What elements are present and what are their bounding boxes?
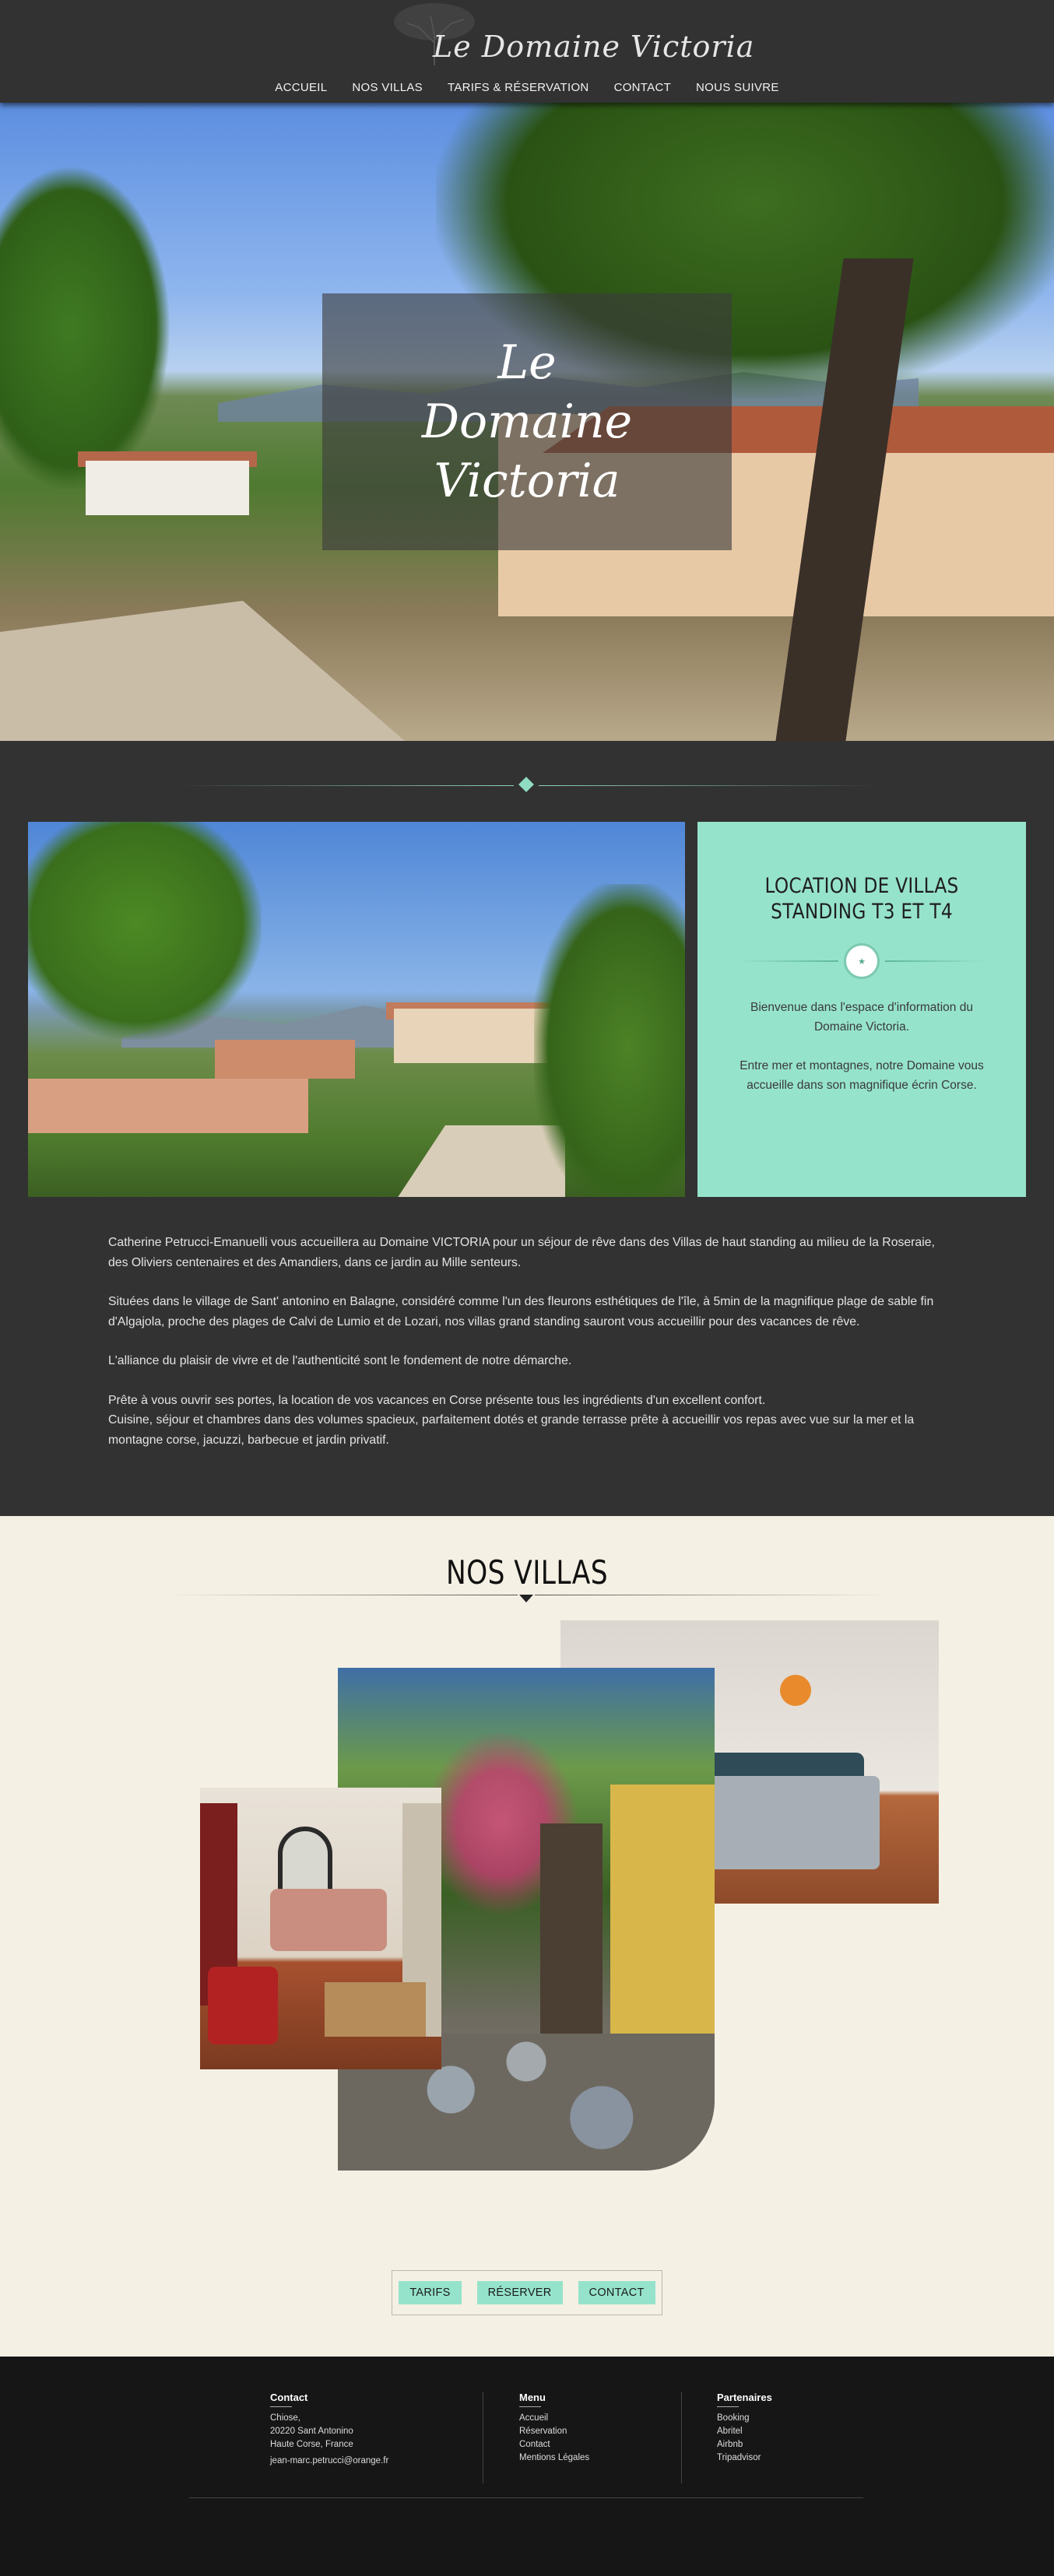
site-footer [0,2357,1054,2576]
info-card-title: LOCATION DE VILLAS STANDING T3 ET T4 [721,873,1003,925]
footer-address-line: Chiose, [270,2413,300,2423]
footer-partners-title: Partenaires [717,2392,772,2403]
villas-heading: NOS VILLAS [445,1553,609,1592]
hero-path [0,601,405,741]
intro-paragraph: L'alliance du plaisir de vivre et de l'a… [108,1354,572,1367]
photo-tree-left [28,822,262,1040]
footer-title-underline [519,2406,541,2407]
intro-paragraph: Situées dans le village de Sant' antonin… [108,1295,934,1328]
info-card-separator: ★ [737,942,986,981]
photo-sofa [270,1889,387,1951]
footer-bottom-line [189,2497,863,2498]
living-room-photo[interactable] [200,1788,441,2069]
photo-villa-roof-mid [215,1040,355,1079]
site-header: Le Domaine Victoria ACCUEIL NOS VILLAS T… [0,0,1054,103]
intro-paragraph: Catherine Petrucci-Emanuelli vous accuei… [108,1236,935,1269]
hero-title-box: Le Domaine Victoria [322,293,732,550]
info-card-paragraph: Entre mer et montagnes, notre Domaine vo… [740,1059,984,1092]
nav-nous-suivre[interactable]: NOUS SUIVRE [696,81,779,94]
nav-nos-villas[interactable]: NOS VILLAS [352,81,423,94]
intro-sentence: Cuisine, séjour et chambres dans des vol… [108,1413,915,1447]
footer-contact-title: Contact [270,2392,308,2403]
intro-sentence: Prête à vous ouvrir ses portes, la locat… [108,1393,766,1407]
footer-partner-abritel[interactable]: Abritel [717,2425,772,2438]
footer-address-line: Haute Corse, France [270,2440,353,2449]
photo-coffee-table [325,1982,426,2037]
photo-mirror [278,1827,332,1897]
info-card-title-line-1: LOCATION DE VILLAS [764,874,959,898]
main-nav: ACCUEIL NOS VILLAS TARIFS & RÉSERVATION … [0,81,1054,94]
hero-title-line-3: Victoria [434,454,620,508]
site-logo[interactable]: Le Domaine Victoria [433,30,754,64]
hero-tree-left [0,165,171,492]
footer-title-underline [270,2406,292,2407]
star-icon: ★ [844,943,880,979]
footer-menu-reservation[interactable]: Réservation [519,2425,589,2438]
footer-partner-airbnb[interactable]: Airbnb [717,2438,772,2451]
separator-line-left [737,960,838,962]
hero-title-line-1: Le [497,335,557,390]
photo-wall [610,1785,715,2065]
reserver-button[interactable]: RÉSERVER [476,2281,563,2304]
footer-menu-title: Menu [519,2392,546,2403]
hero-image: Le Domaine Victoria [0,103,1054,741]
nav-tarifs-reservation[interactable]: TARIFS & RÉSERVATION [448,81,589,94]
footer-menu-accueil[interactable]: Accueil [519,2412,589,2425]
footer-divider [681,2392,682,2483]
villas-button-group: TARIFS RÉSERVER CONTACT [392,2270,662,2315]
photo-tree-right [534,884,685,1197]
hero-house-left [86,461,249,515]
tarifs-button[interactable]: TARIFS [399,2281,462,2304]
footer-address-line: 20220 Sant Antonino [270,2427,353,2436]
footer-menu-mentions-legales[interactable]: Mentions Légales [519,2451,589,2465]
footer-email-link[interactable]: jean-marc.petrucci@orange.fr [270,2455,388,2468]
intro-text: Catherine Petrucci-Emanuelli vous accuei… [108,1233,949,1469]
photo-lamp [780,1675,811,1706]
footer-menu-contact[interactable]: Contact [519,2438,589,2451]
separator-line-right [885,960,986,962]
info-card-text: Bienvenue dans l'espace d'information du… [729,998,994,1095]
footer-menu: Menu Accueil Réservation Contact Mention… [519,2392,589,2465]
contact-button[interactable]: CONTACT [578,2281,655,2304]
nav-contact[interactable]: CONTACT [614,81,671,94]
footer-partners: Partenaires Booking Abritel Airbnb Tripa… [717,2392,772,2465]
divider-line-left [176,785,514,786]
photo-armchair [208,1967,278,2044]
footer-title-underline [717,2406,739,2407]
triangle-down-icon [519,1595,533,1602]
footer-partner-tripadvisor[interactable]: Tripadvisor [717,2451,772,2465]
info-card-title-line-2: STANDING T3 ET T4 [771,900,953,924]
divider-line-right [539,785,881,786]
villa-overview-photo [28,822,685,1197]
intro-paragraph: Prête à vous ouvrir ses portes, la locat… [108,1391,949,1451]
hero-title-line-2: Domaine [421,395,633,449]
info-card-paragraph: Bienvenue dans l'espace d'information du… [750,1001,973,1034]
rental-info-card: LOCATION DE VILLAS STANDING T3 ET T4 ★ B… [697,822,1026,1197]
footer-contact: Contact Chiose, 20220 Sant Antonino Haut… [270,2392,388,2468]
footer-partner-booking[interactable]: Booking [717,2412,772,2425]
nav-accueil[interactable]: ACCUEIL [275,81,327,94]
photo-villa-roof-front [28,1079,308,1133]
